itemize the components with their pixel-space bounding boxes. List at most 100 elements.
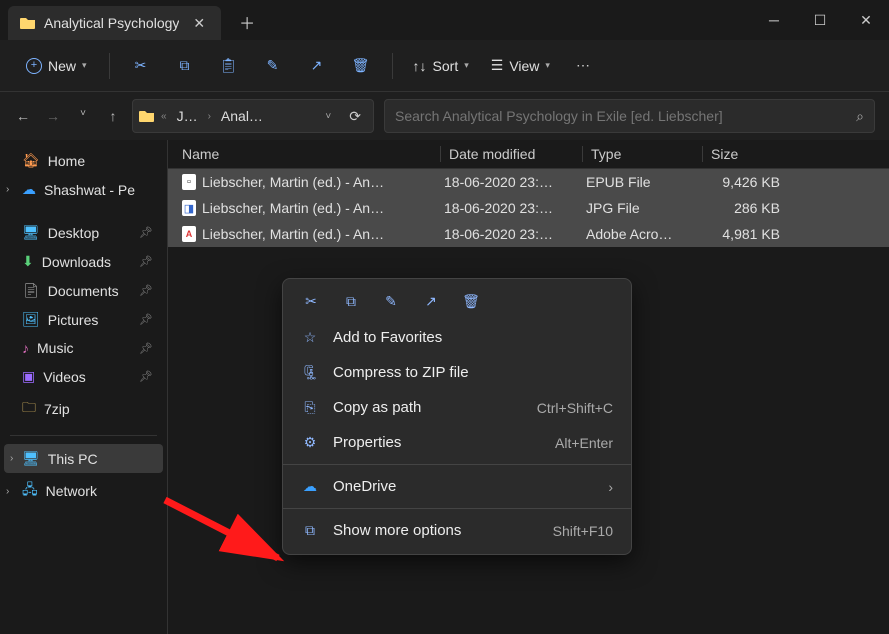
context-menu: ✂ ⧉ ✎ ↗ 🗑︎ ☆Add to Favorites 🗜︎Compress … xyxy=(282,278,632,555)
add-tab-button[interactable]: ＋ xyxy=(227,2,267,42)
folder-icon xyxy=(20,16,36,30)
nav-arrows: ← → ˅ ↑ xyxy=(14,108,122,124)
up-button[interactable]: ↑ xyxy=(104,108,122,124)
plus-circle-icon: + xyxy=(26,58,42,74)
address-bar[interactable]: « J… › Anal… ˅ ⟳ xyxy=(132,99,374,133)
titlebar: Analytical Psychology ✕ ＋ ─ ☐ ✕ xyxy=(0,0,889,40)
back-button[interactable]: ← xyxy=(14,108,32,124)
view-icon: ☰ xyxy=(491,57,504,74)
sidebar-item-downloads[interactable]: ⬇Downloads📌︎ xyxy=(0,247,167,276)
command-toolbar: + New ▾ ✂ ⧉ 📋︎ ✎ ↗ 🗑︎ ↑↓ Sort ▾ ☰ View ▾… xyxy=(0,40,889,92)
search-input[interactable] xyxy=(395,108,856,124)
divider xyxy=(283,508,631,509)
ctx-compress[interactable]: 🗜︎Compress to ZIP file xyxy=(283,355,631,390)
sidebar-item-pictures[interactable]: 🖼︎Pictures📌︎ xyxy=(0,305,167,334)
pin-icon: 📌︎ xyxy=(139,226,153,239)
sidebar-item-onedrive[interactable]: ›☁Shashwat - Pe xyxy=(0,175,167,204)
star-icon: ☆ xyxy=(301,329,319,346)
copy-icon[interactable]: ⧉ xyxy=(341,293,361,310)
ctx-onedrive[interactable]: ☁OneDrive› xyxy=(283,469,631,504)
maximize-button[interactable]: ☐ xyxy=(797,4,843,36)
chevron-down-icon[interactable]: ˅ xyxy=(74,108,92,124)
cloud-icon: ☁ xyxy=(301,478,319,495)
folder-icon xyxy=(139,109,155,123)
pdf-file-icon: A xyxy=(182,226,196,242)
music-icon: ♪ xyxy=(22,340,29,356)
document-icon: 📄︎ xyxy=(22,282,40,299)
context-toolbar: ✂ ⧉ ✎ ↗ 🗑︎ xyxy=(283,285,631,320)
delete-button[interactable]: 🗑︎ xyxy=(342,48,380,84)
cut-icon[interactable]: ✂ xyxy=(301,293,321,310)
epub-file-icon: ▫ xyxy=(182,174,196,190)
more-button[interactable]: ⋯ xyxy=(564,48,602,84)
sidebar-item-desktop[interactable]: 🖥︎Desktop📌︎ xyxy=(0,218,167,247)
column-size[interactable]: Size xyxy=(702,146,794,162)
rename-icon[interactable]: ✎ xyxy=(381,293,401,310)
properties-icon: ⚙ xyxy=(301,434,319,451)
view-label: View xyxy=(509,58,539,74)
download-icon: ⬇ xyxy=(22,253,34,270)
ctx-copy-path[interactable]: ⎘Copy as pathCtrl+Shift+C xyxy=(283,390,631,425)
view-button[interactable]: ☰ View ▾ xyxy=(483,51,558,80)
chevron-down-icon: ▾ xyxy=(545,60,550,71)
chevron-right-icon: › xyxy=(6,184,9,195)
rename-button[interactable]: ✎ xyxy=(254,48,292,84)
minimize-button[interactable]: ─ xyxy=(751,4,797,36)
pin-icon: 📌︎ xyxy=(139,342,153,355)
chevron-right-icon: › xyxy=(608,479,613,495)
pin-icon: 📌︎ xyxy=(139,313,153,326)
ctx-show-more[interactable]: ⧉Show more optionsShift+F10 xyxy=(283,513,631,548)
sidebar-item-documents[interactable]: 📄︎Documents📌︎ xyxy=(0,276,167,305)
search-box[interactable]: ⌕ xyxy=(384,99,875,133)
chevron-down-icon: ▾ xyxy=(82,60,87,71)
sidebar-item-music[interactable]: ♪Music📌︎ xyxy=(0,334,167,362)
share-button[interactable]: ↗ xyxy=(298,48,336,84)
more-icon: ⧉ xyxy=(301,522,319,539)
column-headers: Name Date modified Type Size xyxy=(168,140,889,169)
ctx-properties[interactable]: ⚙PropertiesAlt+Enter xyxy=(283,425,631,460)
refresh-button[interactable]: ⟳ xyxy=(343,108,367,125)
path-icon: ⎘ xyxy=(301,399,319,416)
column-type[interactable]: Type xyxy=(582,146,702,162)
sidebar-item-7zip[interactable]: 🗀7zip xyxy=(0,391,167,427)
copy-button[interactable]: ⧉ xyxy=(166,48,204,84)
pin-icon: 📌︎ xyxy=(139,370,153,383)
column-date[interactable]: Date modified xyxy=(440,146,582,162)
column-name[interactable]: Name xyxy=(182,146,440,162)
forward-button[interactable]: → xyxy=(44,108,62,124)
file-row[interactable]: ▫Liebscher, Martin (ed.) - An… 18-06-202… xyxy=(168,169,889,195)
zip-icon: 🗜︎ xyxy=(301,364,319,381)
file-row[interactable]: ALiebscher, Martin (ed.) - An… 18-06-202… xyxy=(168,221,889,247)
video-icon: ▣ xyxy=(22,368,35,385)
pc-icon: 🖥︎ xyxy=(22,450,40,467)
new-button[interactable]: + New ▾ xyxy=(16,52,97,80)
divider xyxy=(109,53,110,79)
home-icon: 🏠︎ xyxy=(22,152,40,169)
sidebar-item-network[interactable]: ›🖧Network xyxy=(0,473,167,509)
close-tab-icon[interactable]: ✕ xyxy=(187,13,211,34)
sidebar-item-videos[interactable]: ▣Videos📌︎ xyxy=(0,362,167,391)
cut-button[interactable]: ✂ xyxy=(122,48,160,84)
sort-icon: ↑↓ xyxy=(413,58,427,74)
file-row[interactable]: ◨Liebscher, Martin (ed.) - An… 18-06-202… xyxy=(168,195,889,221)
search-icon: ⌕ xyxy=(856,108,864,125)
breadcrumb-overflow[interactable]: « xyxy=(161,111,167,122)
cloud-icon: ☁ xyxy=(22,181,36,198)
sidebar-item-home[interactable]: 🏠︎Home xyxy=(0,146,167,175)
folder-icon: 🗀 xyxy=(22,397,36,421)
breadcrumb-item[interactable]: J… xyxy=(173,106,202,126)
breadcrumb-item[interactable]: Anal… xyxy=(217,106,267,126)
navigation-bar: ← → ˅ ↑ « J… › Anal… ˅ ⟳ ⌕ xyxy=(0,92,889,140)
paste-button[interactable]: 📋︎ xyxy=(210,48,248,84)
navigation-pane: 🏠︎Home ›☁Shashwat - Pe 🖥︎Desktop📌︎ ⬇Down… xyxy=(0,140,168,634)
close-window-button[interactable]: ✕ xyxy=(843,4,889,36)
window-controls: ─ ☐ ✕ xyxy=(751,4,889,36)
tab-title: Analytical Psychology xyxy=(44,15,179,31)
address-dropdown[interactable]: ˅ xyxy=(319,111,337,122)
window-tab[interactable]: Analytical Psychology ✕ xyxy=(8,6,221,40)
sort-button[interactable]: ↑↓ Sort ▾ xyxy=(405,52,477,80)
share-icon[interactable]: ↗ xyxy=(421,293,441,310)
ctx-add-favorites[interactable]: ☆Add to Favorites xyxy=(283,320,631,355)
sidebar-item-this-pc[interactable]: ›🖥︎This PC xyxy=(4,444,163,473)
delete-icon[interactable]: 🗑︎ xyxy=(461,293,481,310)
